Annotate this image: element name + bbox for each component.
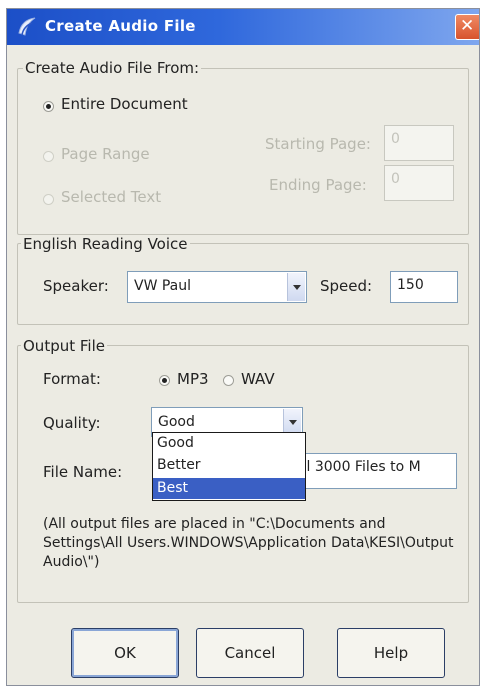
speaker-label: Speaker:	[43, 277, 109, 295]
quality-option-good[interactable]: Good	[153, 433, 305, 454]
app-icon	[18, 17, 36, 36]
cancel-button[interactable]: Cancel	[196, 628, 304, 678]
speaker-select[interactable]: VW Paul	[127, 271, 307, 303]
source-legend: Create Audio File From:	[23, 59, 202, 77]
voice-legend: English Reading Voice	[21, 235, 190, 253]
radio-wav[interactable]	[223, 375, 234, 386]
format-label: Format:	[43, 370, 101, 388]
window-title: Create Audio File	[45, 17, 196, 35]
close-button[interactable]: ✕	[455, 14, 479, 40]
ending-page-field[interactable]: 0	[384, 165, 454, 201]
label-selected-text: Selected Text	[61, 188, 162, 206]
label-entire-document: Entire Document	[61, 95, 188, 113]
quality-option-better[interactable]: Better	[153, 455, 305, 476]
filename-field[interactable]: ell 3000 Files to M	[287, 453, 457, 489]
label-mp3: MP3	[177, 370, 209, 388]
starting-page-field[interactable]: 0	[384, 125, 454, 161]
quality-option-best[interactable]: Best	[153, 478, 305, 499]
quality-label: Quality:	[43, 414, 101, 432]
speed-label: Speed:	[320, 277, 373, 295]
dialog-window: Create Audio File ✕ Create Audio File Fr…	[6, 8, 480, 686]
help-button[interactable]: Help	[337, 628, 445, 678]
quality-value: Good	[158, 414, 195, 430]
radio-entire-document[interactable]	[43, 101, 54, 112]
output-legend: Output File	[21, 337, 107, 355]
starting-page-label: Starting Page:	[265, 135, 371, 153]
speed-field[interactable]: 150	[390, 271, 458, 303]
speaker-value: VW Paul	[134, 278, 192, 294]
output-path-note: (All output files are placed in "C:\Docu…	[43, 516, 454, 570]
ok-button[interactable]: OK	[71, 628, 179, 678]
radio-selected-text[interactable]	[43, 194, 54, 205]
ending-page-label: Ending Page:	[269, 176, 367, 194]
chevron-down-icon[interactable]	[287, 273, 305, 301]
quality-dropdown-list: Good Better Best	[152, 432, 306, 501]
title-bar[interactable]: Create Audio File ✕	[7, 9, 479, 45]
radio-mp3[interactable]	[159, 375, 170, 386]
filename-label: File Name:	[43, 463, 123, 481]
close-icon: ✕	[460, 16, 475, 36]
label-wav: WAV	[241, 370, 275, 388]
label-page-range: Page Range	[61, 145, 150, 163]
radio-page-range[interactable]	[43, 151, 54, 162]
